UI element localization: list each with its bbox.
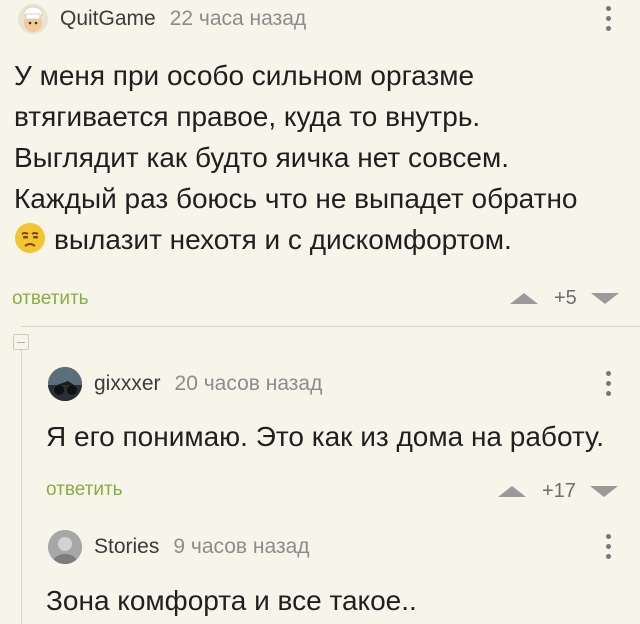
comment-time: 20 часов назад [174, 372, 323, 395]
comment-text-line: Каждый раз боюсь что не выпадет обратно [14, 183, 578, 214]
avatar[interactable] [48, 367, 82, 401]
comment-header: gixxxer 20 часов назад [48, 367, 322, 401]
downvote-arrow-icon[interactable] [589, 486, 618, 497]
comment-text-line: У меня при особо сильном оргазме [14, 60, 475, 91]
avatar[interactable] [18, 4, 48, 34]
comment-text-line: вылазит нехотя и с дискомфортом. [14, 219, 578, 260]
thread-line [21, 350, 22, 624]
reply-link[interactable]: ответить [12, 288, 89, 310]
comment-text: Я его понимаю. Это как из дома на работу… [46, 421, 605, 452]
collapse-thread-button[interactable] [13, 334, 29, 350]
chef-avatar-icon [23, 6, 43, 32]
comment-text-line: втягивается правое, куда то внутрь. [14, 101, 481, 132]
downvote-arrow-icon[interactable] [590, 293, 619, 304]
avatar[interactable] [48, 530, 82, 564]
more-options-icon[interactable] [604, 371, 612, 396]
vote-score: +17 [542, 480, 576, 502]
comment-author[interactable]: gixxxer [94, 372, 161, 396]
comment-author[interactable]: Stories [94, 535, 159, 559]
reply-link[interactable]: ответить [46, 479, 123, 501]
more-options-icon[interactable] [604, 534, 612, 559]
vote-controls: +5 [510, 287, 619, 310]
comment-text: Зона комфорта и все такое.. [46, 585, 417, 616]
upvote-arrow-icon[interactable] [498, 486, 526, 497]
upvote-arrow-icon[interactable] [510, 293, 538, 304]
comment-time: 22 часа назад [169, 7, 307, 30]
comment-text-line: Выглядит как будто яичка нет совсем. [14, 142, 510, 173]
thread-line [21, 326, 640, 327]
portrait-avatar-icon [48, 530, 82, 564]
vote-controls: +17 [498, 480, 618, 503]
comment-header: Stories 9 часов назад [48, 530, 310, 564]
comment-header: QuitGame 22 часа назад [18, 4, 306, 34]
vote-score: +5 [554, 287, 577, 309]
comment-text-last: вылазит нехотя и с дискомфортом. [54, 224, 512, 255]
comment-author[interactable]: QuitGame [60, 7, 156, 31]
comment-time: 9 часов назад [173, 535, 310, 558]
comment-text: У меня при особо сильном оргазме втягива… [14, 55, 578, 260]
more-options-icon[interactable] [604, 6, 612, 31]
unamused-face-icon [15, 223, 45, 253]
motorcycle-avatar-icon [48, 367, 82, 401]
